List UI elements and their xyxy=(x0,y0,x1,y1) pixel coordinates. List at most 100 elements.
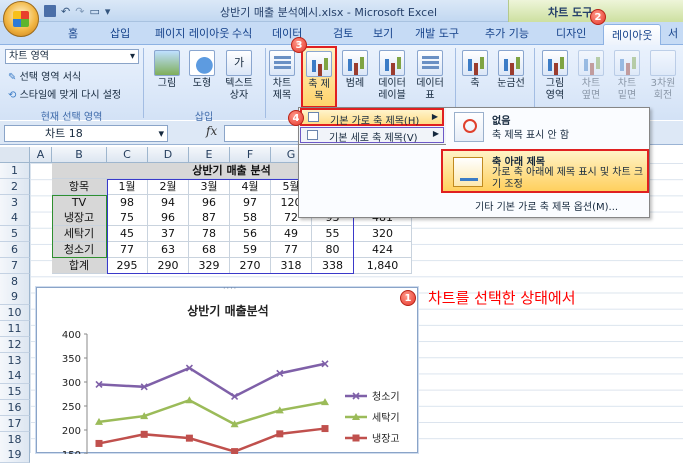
table-cell[interactable]: 338 xyxy=(312,258,354,274)
row-header-14[interactable]: 14 xyxy=(0,368,30,384)
table-cell[interactable]: 59 xyxy=(230,242,271,258)
table-row-label[interactable]: 청소기 xyxy=(52,242,107,258)
row-header-4[interactable]: 4 xyxy=(0,210,30,226)
row-header-1[interactable]: 1 xyxy=(0,163,30,179)
redo-icon[interactable]: ↷ xyxy=(75,5,84,18)
menu-option-none[interactable]: 없음 축 제목 표시 안 함 xyxy=(450,110,648,146)
legend-button[interactable]: 범례 xyxy=(340,50,370,90)
table-cell[interactable]: 94 xyxy=(148,195,189,211)
tab-add-ins[interactable]: 추가 기능 xyxy=(485,25,529,41)
save-icon[interactable] xyxy=(44,5,56,17)
row-header-8[interactable]: 8 xyxy=(0,274,30,290)
chart-title-button[interactable]: 차트 제목 xyxy=(267,50,297,102)
select-all-corner[interactable] xyxy=(0,147,30,163)
column-header-B[interactable]: B xyxy=(52,147,107,163)
tab-page-layout[interactable]: 페이지 레이아웃 xyxy=(155,25,229,41)
row-header-10[interactable]: 10 xyxy=(0,305,30,321)
table-cell[interactable]: 1,840 xyxy=(354,258,412,274)
table-cell[interactable]: 68 xyxy=(189,242,230,258)
table-header-cell[interactable]: 3월 xyxy=(189,179,230,195)
tab-layout[interactable]: 레이아웃 xyxy=(603,24,662,45)
insert-textbox-button[interactable]: 가 텍스트 상자 xyxy=(220,50,258,102)
table-cell[interactable]: 320 xyxy=(354,226,412,242)
gridlines-button[interactable]: 눈금선 xyxy=(493,50,529,90)
qat-customize-icon[interactable]: ▾ xyxy=(105,5,111,18)
insert-picture-button[interactable]: 그림 xyxy=(151,50,183,90)
tab-formulas[interactable]: 수식 xyxy=(232,25,252,41)
table-cell[interactable]: 329 xyxy=(189,258,230,274)
menu-primary-vertical[interactable]: 기본 세로 축 제목(V) ▶ xyxy=(300,127,444,144)
table-header-cell[interactable]: 항목 xyxy=(52,179,107,195)
row-header-5[interactable]: 5 xyxy=(0,226,30,242)
rotation-3d-button[interactable]: 3차원 회전 xyxy=(646,50,680,102)
row-header-17[interactable]: 17 xyxy=(0,416,30,432)
column-header-A[interactable]: A xyxy=(30,147,52,163)
table-cell[interactable]: 77 xyxy=(107,242,148,258)
table-row-label[interactable]: 합계 xyxy=(52,258,107,274)
row-header-16[interactable]: 16 xyxy=(0,400,30,416)
tab-design[interactable]: 디자인 xyxy=(556,25,586,41)
row-header-9[interactable]: 9 xyxy=(0,289,30,305)
row-header-12[interactable]: 12 xyxy=(0,337,30,353)
table-header-cell[interactable]: 1월 xyxy=(107,179,148,195)
table-cell[interactable]: 37 xyxy=(148,226,189,242)
table-cell[interactable]: 49 xyxy=(271,226,312,242)
table-cell[interactable]: 97 xyxy=(230,195,271,211)
row-header-7[interactable]: 7 xyxy=(0,258,30,274)
table-cell[interactable]: 87 xyxy=(189,210,230,226)
row-header-19[interactable]: 19 xyxy=(0,447,30,463)
row-header-6[interactable]: 6 xyxy=(0,242,30,258)
format-selection-button[interactable]: ✎ 선택 영역 서식 xyxy=(8,68,81,83)
insert-shapes-button[interactable]: 도형 xyxy=(185,50,219,90)
axes-button[interactable]: 축 xyxy=(460,50,490,90)
print-preview-icon[interactable]: ▭ xyxy=(89,5,99,18)
table-header-cell[interactable]: 2월 xyxy=(148,179,189,195)
table-cell[interactable]: 96 xyxy=(189,195,230,211)
tab-view[interactable]: 보기 xyxy=(373,25,393,41)
table-cell[interactable]: 80 xyxy=(312,242,354,258)
table-cell[interactable]: 63 xyxy=(148,242,189,258)
table-cell[interactable]: 424 xyxy=(354,242,412,258)
chart-resize-handle-top[interactable]: ···· xyxy=(223,284,237,293)
table-cell[interactable]: 98 xyxy=(107,195,148,211)
row-header-15[interactable]: 15 xyxy=(0,384,30,400)
table-cell[interactable]: 78 xyxy=(189,226,230,242)
formula-input[interactable] xyxy=(224,125,304,142)
tab-format[interactable]: 서 xyxy=(668,25,678,41)
column-header-F[interactable]: F xyxy=(230,147,271,163)
column-header-D[interactable]: D xyxy=(148,147,189,163)
column-header-E[interactable]: E xyxy=(189,147,230,163)
chart-element-dropdown[interactable]: 차트 영역 ▾ xyxy=(5,49,139,64)
undo-icon[interactable]: ↶ xyxy=(61,5,70,18)
tab-developer[interactable]: 개발 도구 xyxy=(415,25,459,41)
menu-more-options[interactable]: 기타 기본 가로 축 제목 옵션(M)... xyxy=(475,198,618,213)
plot-area-button[interactable]: 그림 영역 xyxy=(538,50,572,102)
table-cell[interactable]: 96 xyxy=(148,210,189,226)
fx-icon[interactable]: fx xyxy=(206,124,217,138)
table-cell[interactable]: 55 xyxy=(312,226,354,242)
menu-option-below-axis[interactable]: 축 아래 제목 가로 축 아래에 제목 표시 및 차트 크기 조정 xyxy=(441,149,649,193)
table-cell[interactable]: 77 xyxy=(271,242,312,258)
chart-wall-button[interactable]: 차트 옆면 xyxy=(574,50,608,102)
table-row-label[interactable]: 세탁기 xyxy=(52,226,107,242)
name-box[interactable]: 차트 18 ▾ xyxy=(4,125,168,142)
row-header-11[interactable]: 11 xyxy=(0,321,30,337)
row-header-18[interactable]: 18 xyxy=(0,432,30,448)
column-header-C[interactable]: C xyxy=(107,147,148,163)
table-header-cell[interactable]: 4월 xyxy=(230,179,271,195)
table-row-label[interactable]: 냉장고 xyxy=(52,210,107,226)
row-header-3[interactable]: 3 xyxy=(0,195,30,211)
office-button[interactable] xyxy=(3,1,39,37)
tab-review[interactable]: 검토 xyxy=(333,25,353,41)
tab-home[interactable]: 홈 xyxy=(68,25,78,41)
row-header-2[interactable]: 2 xyxy=(0,179,30,195)
table-row-label[interactable]: TV xyxy=(52,195,107,211)
row-header-13[interactable]: 13 xyxy=(0,353,30,369)
table-cell[interactable]: 295 xyxy=(107,258,148,274)
table-cell[interactable]: 56 xyxy=(230,226,271,242)
table-cell[interactable]: 270 xyxy=(230,258,271,274)
table-cell[interactable]: 290 xyxy=(148,258,189,274)
data-labels-button[interactable]: 데이터 레이블 xyxy=(373,50,411,102)
reset-style-button[interactable]: ⟲ 스타일에 맞게 다시 설정 xyxy=(8,86,121,101)
axis-titles-button[interactable]: 축 제목 xyxy=(301,46,337,108)
